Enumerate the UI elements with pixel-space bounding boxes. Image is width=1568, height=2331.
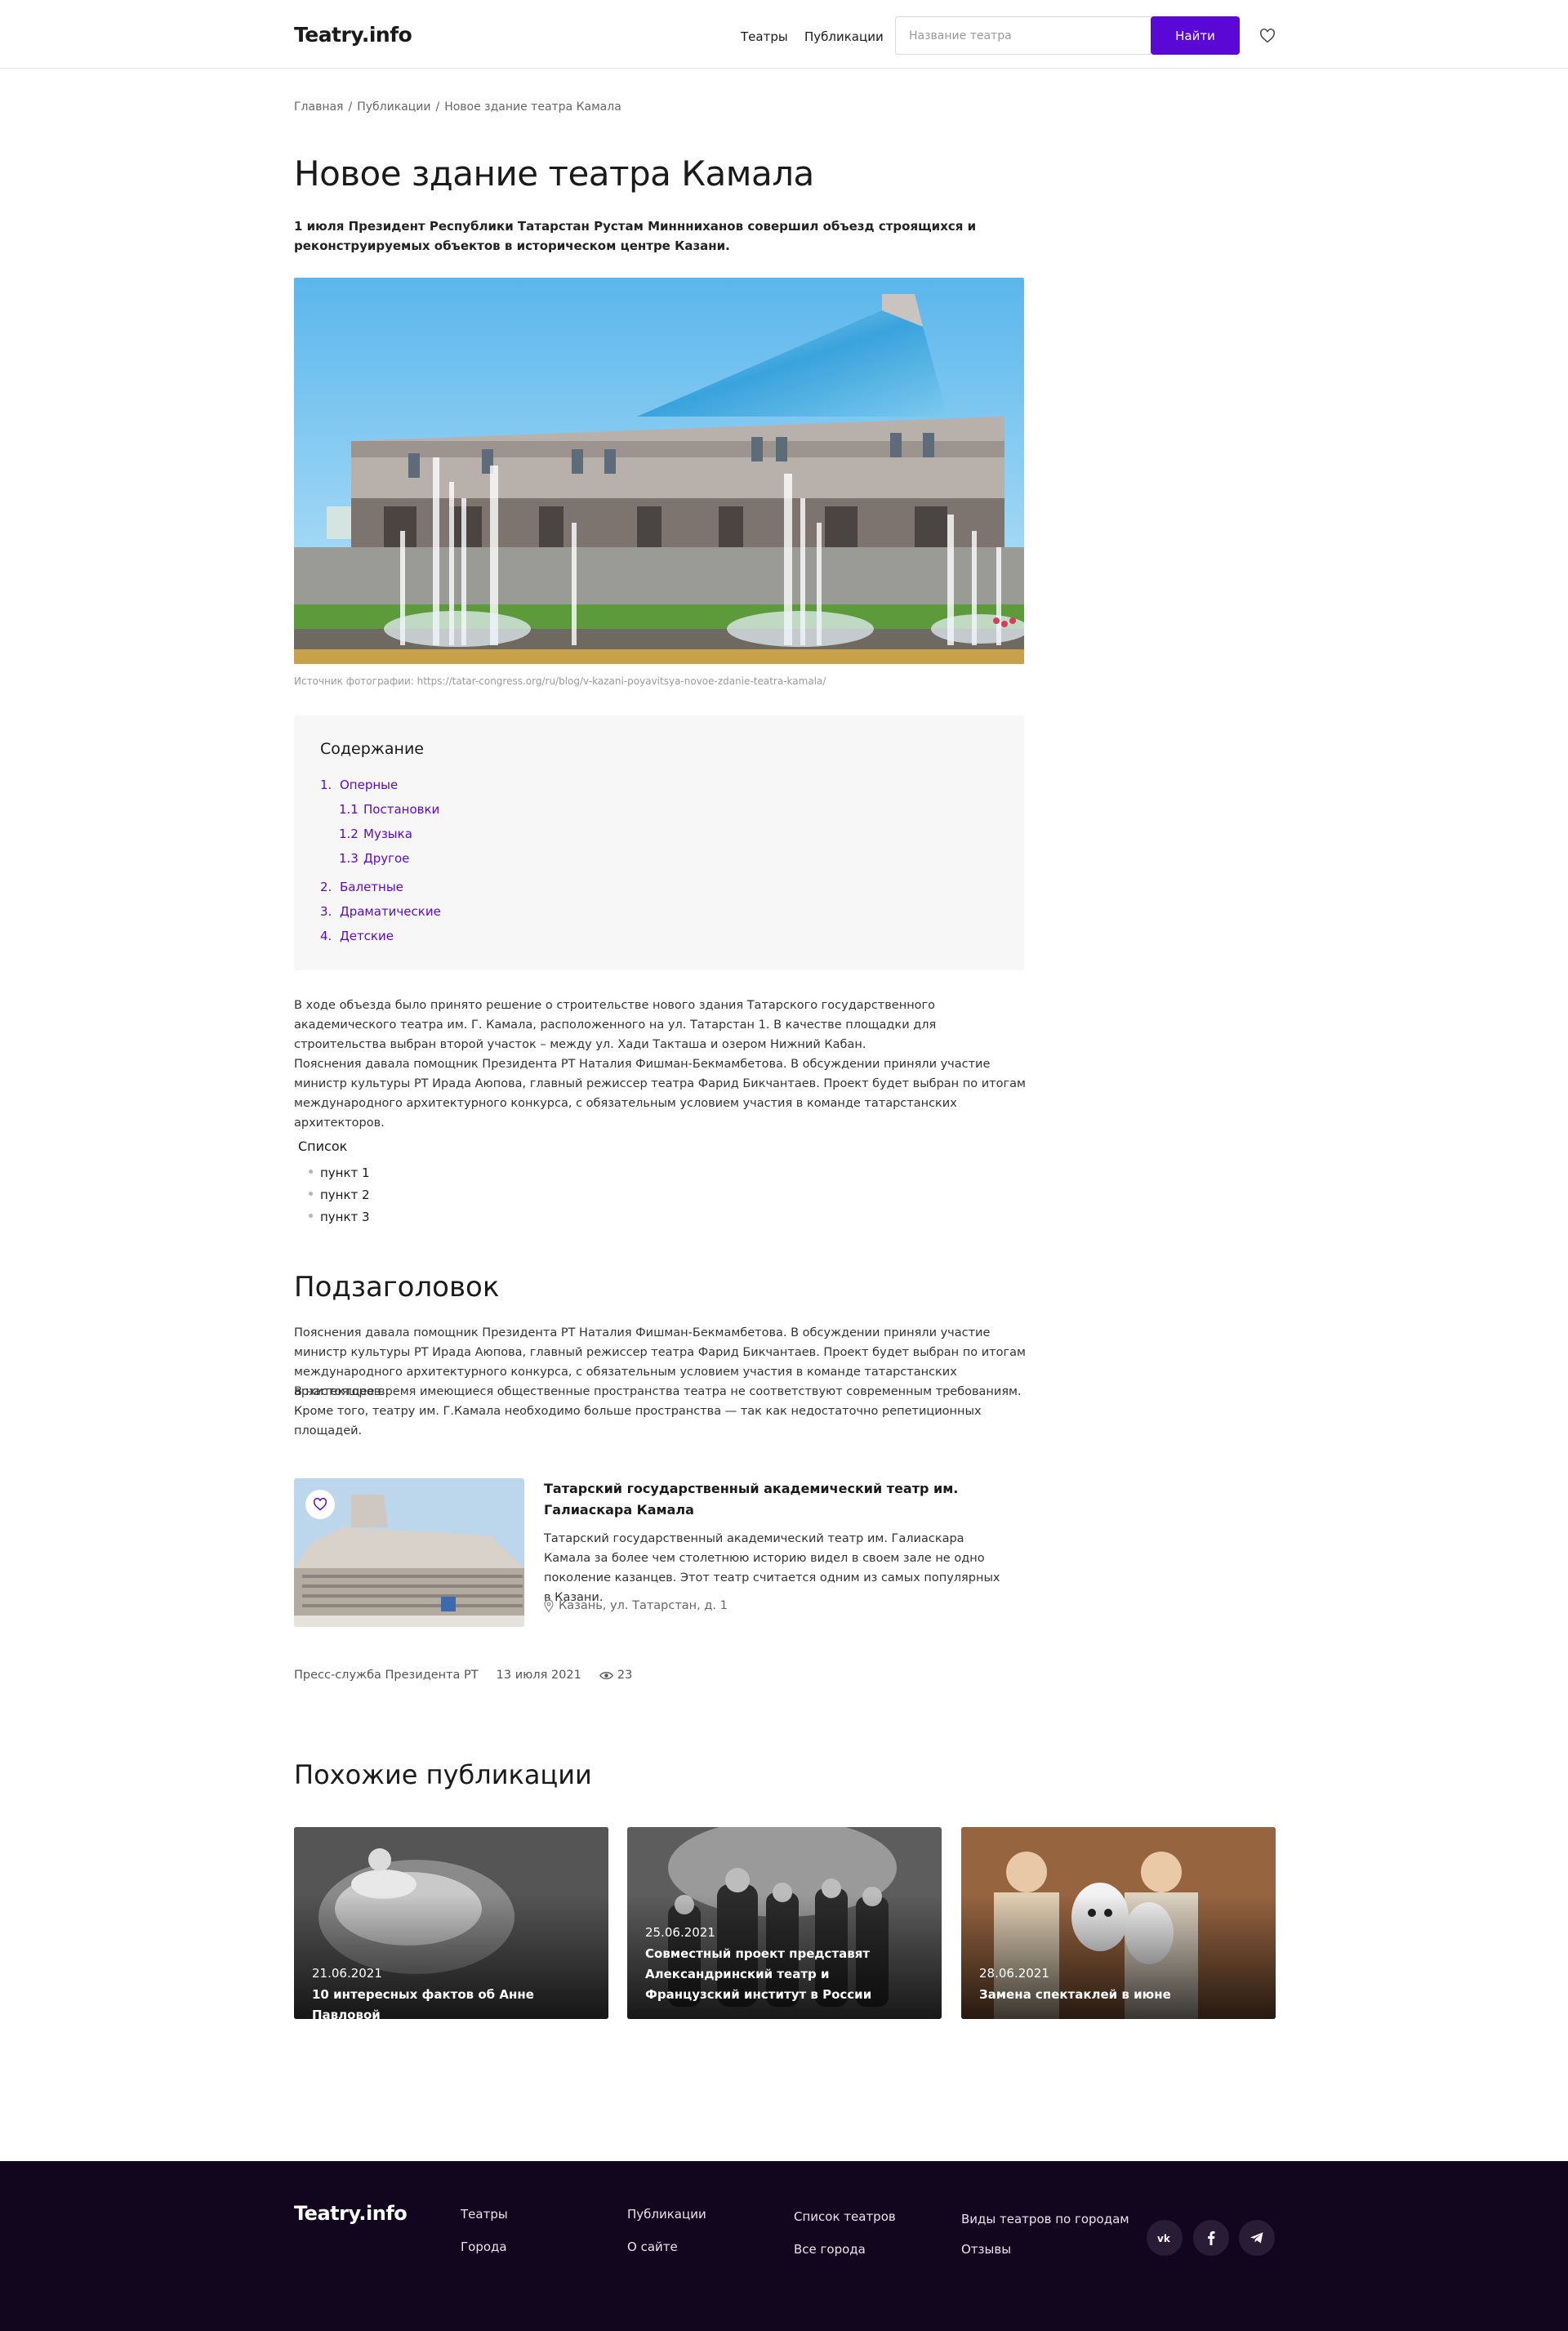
- toc-item-number: 1.: [320, 778, 332, 792]
- list-item: пункт 3: [309, 1210, 370, 1224]
- toc-item-number: 1.1: [339, 802, 359, 817]
- article-paragraph: Пояснения давала помощник Президента РТ …: [294, 1058, 1026, 1130]
- footer-link-theatre-list[interactable]: Список театров: [794, 2209, 896, 2224]
- subheading: Подзаголовок: [294, 1271, 500, 1304]
- nav-publications[interactable]: Публикации: [804, 29, 884, 44]
- nav-theatres[interactable]: Театры: [741, 29, 788, 44]
- toc-item-other[interactable]: 1.3 Другое: [339, 851, 409, 866]
- svg-text:vk: vk: [1157, 2233, 1171, 2243]
- footer-link-publications[interactable]: Публикации: [627, 2207, 706, 2222]
- address-text: Казань, ул. Татарстан, д. 1: [559, 1599, 728, 1612]
- publication-card[interactable]: 25.06.2021 Совместный проект представят …: [627, 1827, 942, 2019]
- article-meta: Пресс-служба Президента РТ 13 июля 2021 …: [294, 1669, 668, 1682]
- site-logo[interactable]: Teatry.info: [294, 23, 412, 47]
- toc-item-number: 2.: [320, 880, 332, 894]
- toc-item-label: Постановки: [363, 802, 440, 817]
- favorites-heart-icon[interactable]: [1259, 29, 1276, 43]
- list-item: пункт 2: [309, 1188, 370, 1202]
- location-pin-icon: [544, 1599, 554, 1612]
- footer-link-all-cities[interactable]: Все города: [794, 2242, 866, 2257]
- toc-item-label: Оперные: [340, 778, 399, 792]
- facebook-icon[interactable]: [1193, 2220, 1229, 2256]
- toc-item-label: Балетные: [340, 880, 403, 894]
- heart-icon: [313, 1498, 327, 1511]
- list-item: пункт 1: [309, 1166, 370, 1180]
- toc-item-label: Детские: [340, 929, 394, 943]
- search-button[interactable]: Найти: [1151, 16, 1240, 55]
- footer-link-theatre-types[interactable]: Виды театров по городам: [961, 2212, 1129, 2226]
- toc-item-opera[interactable]: 1. Оперные: [320, 778, 398, 792]
- search-input[interactable]: [909, 17, 1154, 54]
- theatre-photo: [294, 278, 1024, 664]
- publication-date: 28.06.2021: [979, 1966, 1049, 1981]
- breadcrumb-current: Новое здание театра Камала: [444, 100, 621, 114]
- breadcrumb-publications[interactable]: Публикации: [357, 100, 430, 114]
- vk-icon[interactable]: vk: [1147, 2220, 1183, 2256]
- site-header: Teatry.info Театры Публикации Найти: [0, 0, 1568, 69]
- publication-card[interactable]: 21.06.2021 10 интересных фактов об Анне …: [294, 1827, 608, 2019]
- publication-date: 25.06.2021: [645, 1925, 715, 1940]
- theatre-card-title[interactable]: Татарский государственный академический …: [544, 1478, 1001, 1521]
- related-title: Похожие публикации: [294, 1759, 592, 1790]
- breadcrumb: Главная / Публикации / Новое здание театра К…: [294, 100, 621, 114]
- footer-link-cities[interactable]: Города: [461, 2240, 507, 2254]
- photo-caption: Источник фотографии: https://tatar-congr…: [294, 675, 826, 687]
- publication-title: Замена спектаклей в июне: [979, 1987, 1171, 2002]
- eye-icon: [599, 1671, 613, 1679]
- article-date: 13 июля 2021: [496, 1669, 581, 1682]
- theatre-card-image[interactable]: [294, 1478, 524, 1627]
- table-of-contents: Содержание 1. Оперные 1.1 Постановки 1.2 Му…: [294, 715, 1024, 970]
- add-to-favorites-button[interactable]: [305, 1490, 335, 1519]
- page-title: Новое здание театра Камала: [294, 154, 814, 194]
- toc-item-label: Драматические: [340, 904, 441, 919]
- telegram-icon[interactable]: [1239, 2220, 1275, 2256]
- article-source: Пресс-служба Президента РТ: [294, 1669, 479, 1682]
- footer-link-about[interactable]: О сайте: [627, 2240, 678, 2254]
- views-count: 23: [617, 1669, 633, 1682]
- toc-item-number: 3.: [320, 904, 332, 919]
- theatre-card-description: Татарский государственный академический …: [544, 1532, 1000, 1604]
- list-title: Список: [298, 1139, 348, 1154]
- toc-title: Содержание: [320, 740, 424, 758]
- breadcrumb-home[interactable]: Главная: [294, 100, 343, 114]
- publication-date: 21.06.2021: [312, 1966, 382, 1981]
- article-lead: 1 июля Президент Республики Татарстан Ру…: [294, 219, 977, 253]
- site-footer: [0, 2161, 1568, 2331]
- toc-item-music[interactable]: 1.2 Музыка: [339, 827, 412, 841]
- footer-link-reviews[interactable]: Отзывы: [961, 2242, 1011, 2257]
- article-paragraph: В настоящее время имеющиеся общественные…: [294, 1385, 1022, 1437]
- article-views: 23: [599, 1669, 650, 1682]
- toc-item-drama[interactable]: 3. Драматические: [320, 904, 441, 919]
- toc-item-number: 4.: [320, 929, 332, 943]
- toc-item-children[interactable]: 4. Детские: [320, 929, 394, 943]
- toc-item-number: 1.3: [339, 851, 359, 866]
- toc-item-productions[interactable]: 1.1 Постановки: [339, 802, 439, 817]
- publication-title: 10 интересных фактов об Анне Павловой: [312, 1987, 534, 2019]
- publication-title: Совместный проект представят Александрин…: [645, 1946, 872, 2002]
- publication-card[interactable]: 28.06.2021 Замена спектаклей в июне: [961, 1827, 1276, 2019]
- footer-logo[interactable]: Teatry.info: [294, 2202, 408, 2225]
- toc-item-number: 1.2: [339, 827, 359, 841]
- toc-item-label: Музыка: [363, 827, 412, 841]
- article-paragraph: В ходе объезда было принято решение о ст…: [294, 999, 937, 1051]
- theatre-card-address: Казань, ул. Татарстан, д. 1: [544, 1599, 728, 1612]
- footer-link-theatres[interactable]: Театры: [461, 2207, 508, 2222]
- toc-item-label: Другое: [363, 851, 410, 866]
- toc-item-ballet[interactable]: 2. Балетные: [320, 880, 403, 894]
